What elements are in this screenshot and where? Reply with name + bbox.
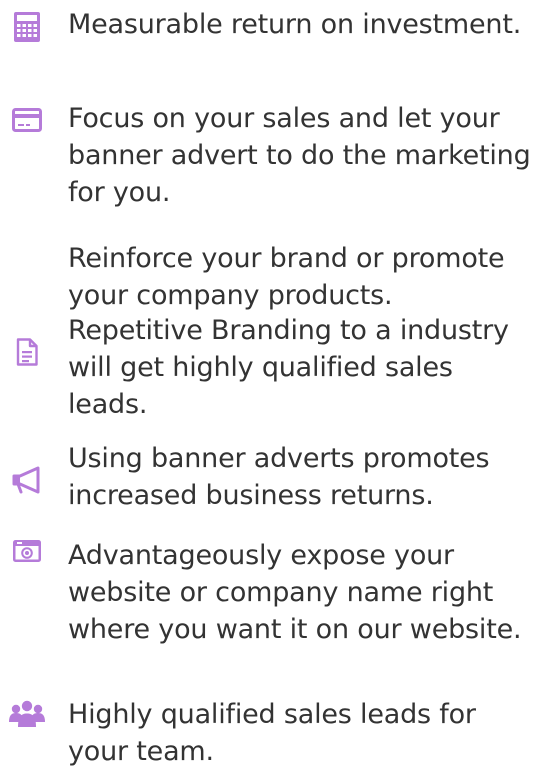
credit-card-icon [0, 100, 54, 140]
feature-list: Measurable return on investment. Focus o… [0, 0, 544, 776]
calculator-icon [0, 6, 54, 46]
feature-text: Measurable return on investment. [68, 9, 522, 40]
feature-text: Highly qualified sales leads for your te… [68, 699, 476, 767]
feature-text: Advantageously expose your website or co… [68, 540, 522, 645]
feature-text: Reinforce your brand or promote your com… [68, 243, 505, 311]
feature-text: Focus on your sales and let your banner … [68, 103, 531, 208]
document-icon [0, 333, 54, 373]
feature-text: Using banner adverts promotes increased … [68, 443, 490, 511]
users-icon [0, 696, 54, 736]
camera-icon [0, 532, 54, 572]
feature-text: Repetitive Branding to a industry will g… [68, 315, 509, 420]
megaphone-icon [0, 462, 54, 502]
